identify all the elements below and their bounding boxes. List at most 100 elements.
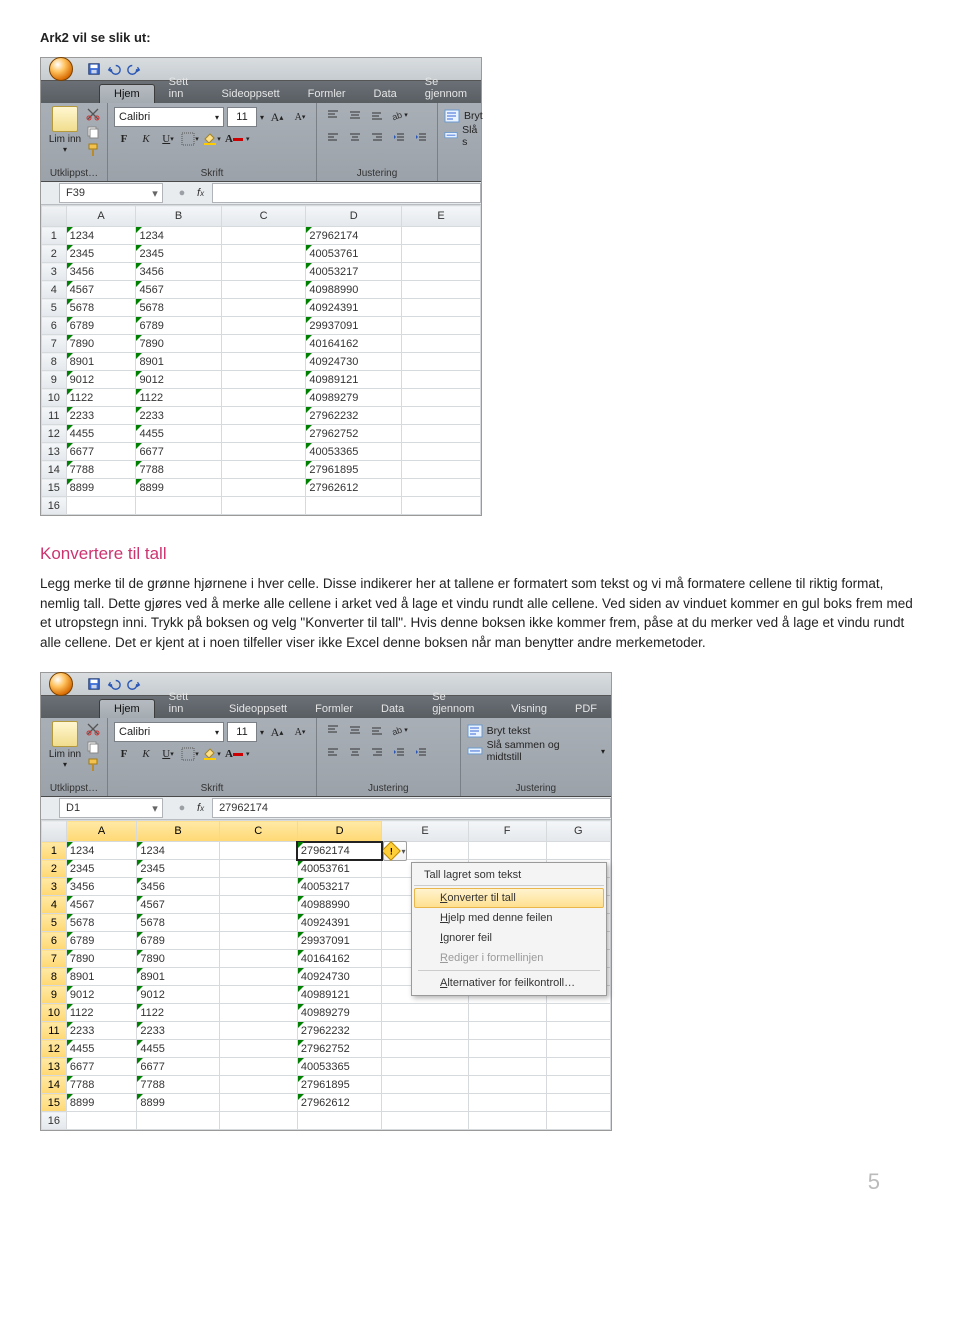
cell[interactable]: 27962752	[306, 425, 402, 443]
row-header[interactable]: 2	[42, 245, 67, 263]
cell[interactable]	[221, 389, 306, 407]
cell[interactable]: 27962752	[297, 1040, 382, 1058]
merge-center-button[interactable]: Slå s	[444, 126, 483, 146]
ribbon-tab-se-gjennom[interactable]: Se gjennom	[418, 688, 497, 718]
ribbon-tab-sideoppsett[interactable]: Sideoppsett	[208, 85, 294, 103]
cell[interactable]	[221, 263, 306, 281]
cell[interactable]: 2233	[66, 407, 136, 425]
cell[interactable]	[221, 497, 306, 515]
save-icon[interactable]	[87, 677, 101, 691]
ribbon-tab-se-gjennom[interactable]: Se gjennom	[411, 73, 481, 103]
cell[interactable]: 9012	[136, 371, 221, 389]
office-button[interactable]	[41, 58, 81, 80]
cell[interactable]	[221, 443, 306, 461]
ribbon-tab-sideoppsett[interactable]: Sideoppsett	[215, 700, 301, 718]
cell[interactable]: 3456	[66, 878, 137, 896]
cell[interactable]: 40989279	[297, 1004, 382, 1022]
cell[interactable]	[402, 425, 481, 443]
cell[interactable]	[468, 1094, 546, 1112]
cell[interactable]	[546, 842, 610, 860]
ribbon-tab-data[interactable]: Data	[360, 85, 411, 103]
cell[interactable]	[402, 371, 481, 389]
cell[interactable]: 40053365	[306, 443, 402, 461]
worksheet-grid[interactable]: ABCDE11234123427962174223452345400537613…	[41, 205, 481, 515]
row-header[interactable]: 4	[42, 896, 67, 914]
shrink-font-icon[interactable]: A▾	[290, 107, 310, 127]
cell[interactable]	[402, 245, 481, 263]
cell[interactable]	[382, 1112, 468, 1130]
cell[interactable]	[468, 1040, 546, 1058]
cell[interactable]	[546, 1058, 610, 1076]
cell[interactable]	[402, 317, 481, 335]
cell[interactable]: 3456	[66, 263, 136, 281]
cell[interactable]	[221, 461, 306, 479]
cell[interactable]	[382, 1076, 468, 1094]
cell[interactable]	[402, 479, 481, 497]
row-header[interactable]: 9	[42, 371, 67, 389]
cell[interactable]: 27962232	[306, 407, 402, 425]
align-left-icon[interactable]	[323, 743, 343, 761]
name-box[interactable]: D1▾	[59, 798, 163, 818]
cell[interactable]: 6677	[66, 443, 136, 461]
select-all-corner[interactable]	[42, 206, 67, 227]
cell[interactable]	[221, 353, 306, 371]
row-header[interactable]: 3	[42, 263, 67, 281]
row-header[interactable]: 2	[42, 860, 67, 878]
paste-button[interactable]: Lim inn ▾	[47, 106, 83, 154]
column-header[interactable]: C	[219, 821, 297, 842]
cell[interactable]	[221, 227, 306, 245]
row-header[interactable]: 14	[42, 1076, 67, 1094]
cell[interactable]: 7788	[66, 461, 136, 479]
cell[interactable]	[382, 1040, 468, 1058]
row-header[interactable]: 13	[42, 1058, 67, 1076]
wrap-text-button[interactable]: Bryt	[444, 106, 483, 126]
fx-icon[interactable]: fx	[197, 187, 204, 199]
cell[interactable]: 27961895	[297, 1076, 382, 1094]
row-header[interactable]: 12	[42, 425, 67, 443]
redo-icon[interactable]	[127, 62, 141, 76]
cell[interactable]: 9012	[66, 986, 137, 1004]
cell[interactable]	[219, 932, 297, 950]
align-bottom-icon[interactable]	[367, 106, 387, 124]
cell[interactable]: 6677	[137, 1058, 219, 1076]
cell[interactable]: 40988990	[297, 896, 382, 914]
cell[interactable]: 40924391	[306, 299, 402, 317]
cell[interactable]: 8901	[136, 353, 221, 371]
select-all-corner[interactable]	[42, 821, 67, 842]
align-center-icon[interactable]	[345, 743, 365, 761]
cell[interactable]	[402, 227, 481, 245]
cell[interactable]	[219, 950, 297, 968]
cell[interactable]: 40924730	[306, 353, 402, 371]
cell[interactable]	[468, 842, 546, 860]
align-top-icon[interactable]	[323, 106, 343, 124]
italic-button[interactable]: K	[136, 129, 156, 149]
border-button[interactable]: ▾	[180, 744, 200, 764]
cell[interactable]: 8899	[66, 479, 136, 497]
row-header[interactable]: 6	[42, 932, 67, 950]
cell[interactable]: 40989279	[306, 389, 402, 407]
cell[interactable]: 27962612	[306, 479, 402, 497]
column-header[interactable]: F	[468, 821, 546, 842]
cell[interactable]: 2233	[66, 1022, 137, 1040]
cell[interactable]	[402, 281, 481, 299]
font-color-button[interactable]: A	[224, 129, 244, 149]
row-header[interactable]: 4	[42, 281, 67, 299]
bold-button[interactable]: F	[114, 744, 134, 764]
cell[interactable]	[402, 335, 481, 353]
cell[interactable]	[219, 860, 297, 878]
cell[interactable]: 8901	[66, 968, 137, 986]
cell[interactable]: 40924730	[297, 968, 382, 986]
row-header[interactable]: 15	[42, 479, 67, 497]
cell[interactable]: 5678	[66, 914, 137, 932]
cell[interactable]	[221, 407, 306, 425]
cell[interactable]: 1234	[137, 842, 219, 860]
cell[interactable]	[219, 968, 297, 986]
cell[interactable]: 5678	[137, 914, 219, 932]
border-button[interactable]: ▾	[180, 129, 200, 149]
row-header[interactable]: 11	[42, 1022, 67, 1040]
cell[interactable]: 27962174	[297, 842, 382, 860]
cell[interactable]	[221, 317, 306, 335]
row-header[interactable]: 3	[42, 878, 67, 896]
formula-input[interactable]	[212, 183, 481, 203]
font-name-combo[interactable]: Calibri▾	[114, 722, 224, 742]
